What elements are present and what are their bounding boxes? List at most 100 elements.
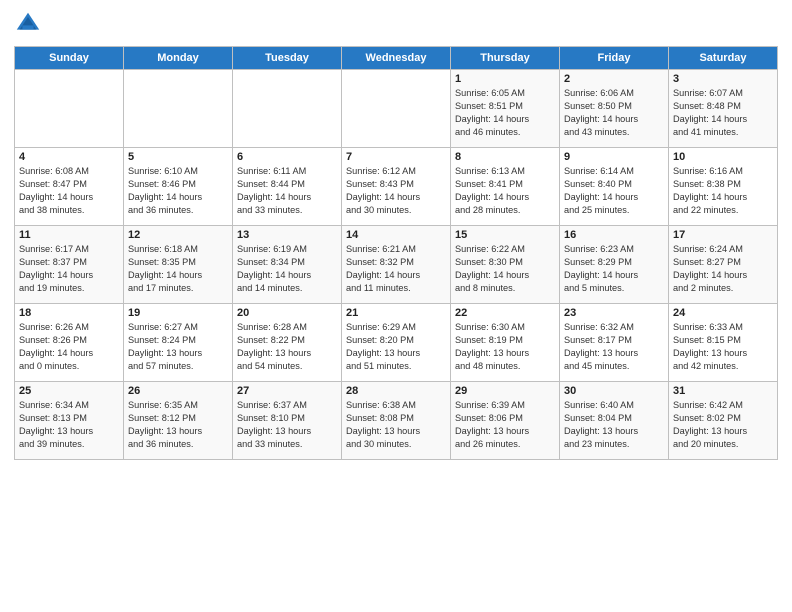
day-number: 7 [346,151,446,163]
day-info: Sunrise: 6:12 AMSunset: 8:43 PMDaylight:… [346,165,446,217]
calendar-cell: 28 Sunrise: 6:38 AMSunset: 8:08 PMDayligh… [342,382,451,460]
calendar-cell: 22 Sunrise: 6:30 AMSunset: 8:19 PMDayligh… [451,304,560,382]
day-info: Sunrise: 6:28 AMSunset: 8:22 PMDaylight:… [237,321,337,373]
day-number: 1 [455,73,555,85]
calendar-table: SundayMondayTuesdayWednesdayThursdayFrid… [14,46,778,460]
day-info: Sunrise: 6:26 AMSunset: 8:26 PMDaylight:… [19,321,119,373]
calendar-week-row: 18 Sunrise: 6:26 AMSunset: 8:26 PMDayligh… [15,304,778,382]
day-info: Sunrise: 6:22 AMSunset: 8:30 PMDaylight:… [455,243,555,295]
day-number: 23 [564,307,664,319]
calendar-cell: 27 Sunrise: 6:37 AMSunset: 8:10 PMDayligh… [233,382,342,460]
day-number: 6 [237,151,337,163]
day-info: Sunrise: 6:24 AMSunset: 8:27 PMDaylight:… [673,243,773,295]
weekday-header: Saturday [669,47,778,70]
logo [14,10,46,38]
calendar-cell [15,70,124,148]
calendar-cell: 18 Sunrise: 6:26 AMSunset: 8:26 PMDayligh… [15,304,124,382]
day-info: Sunrise: 6:33 AMSunset: 8:15 PMDaylight:… [673,321,773,373]
calendar-cell: 9 Sunrise: 6:14 AMSunset: 8:40 PMDaylight… [560,148,669,226]
day-info: Sunrise: 6:14 AMSunset: 8:40 PMDaylight:… [564,165,664,217]
page: SundayMondayTuesdayWednesdayThursdayFrid… [0,0,792,612]
day-number: 4 [19,151,119,163]
day-number: 31 [673,385,773,397]
calendar-cell: 7 Sunrise: 6:12 AMSunset: 8:43 PMDaylight… [342,148,451,226]
day-number: 2 [564,73,664,85]
day-info: Sunrise: 6:13 AMSunset: 8:41 PMDaylight:… [455,165,555,217]
calendar-cell: 5Sunrise: 6:10 AMSunset: 8:46 PMDaylight… [124,148,233,226]
day-info: Sunrise: 6:23 AMSunset: 8:29 PMDaylight:… [564,243,664,295]
day-number: 27 [237,385,337,397]
day-number: 22 [455,307,555,319]
calendar-cell: 24 Sunrise: 6:33 AMSunset: 8:15 PMDayligh… [669,304,778,382]
day-info: Sunrise: 6:06 AMSunset: 8:50 PMDaylight:… [564,87,664,139]
calendar-cell: 30Sunrise: 6:40 AMSunset: 8:04 PMDayligh… [560,382,669,460]
day-number: 18 [19,307,119,319]
calendar-cell: 16 Sunrise: 6:23 AMSunset: 8:29 PMDayligh… [560,226,669,304]
day-info: Sunrise: 6:11 AMSunset: 8:44 PMDaylight:… [237,165,337,217]
day-number: 9 [564,151,664,163]
weekday-header: Wednesday [342,47,451,70]
day-number: 15 [455,229,555,241]
calendar-week-row: 25 Sunrise: 6:34 AMSunset: 8:13 PMDayligh… [15,382,778,460]
logo-icon [14,10,42,38]
calendar-cell: 4Sunrise: 6:08 AMSunset: 8:47 PMDaylight… [15,148,124,226]
day-number: 28 [346,385,446,397]
calendar-cell: 26 Sunrise: 6:35 AMSunset: 8:12 PMDayligh… [124,382,233,460]
calendar-cell: 2 Sunrise: 6:06 AMSunset: 8:50 PMDaylight… [560,70,669,148]
day-number: 17 [673,229,773,241]
day-info: Sunrise: 6:35 AMSunset: 8:12 PMDaylight:… [128,399,228,451]
calendar-cell: 21 Sunrise: 6:29 AMSunset: 8:20 PMDayligh… [342,304,451,382]
day-info: Sunrise: 6:32 AMSunset: 8:17 PMDaylight:… [564,321,664,373]
day-number: 26 [128,385,228,397]
day-number: 12 [128,229,228,241]
calendar-cell: 12 Sunrise: 6:18 AMSunset: 8:35 PMDayligh… [124,226,233,304]
calendar-cell: 6 Sunrise: 6:11 AMSunset: 8:44 PMDaylight… [233,148,342,226]
day-number: 30 [564,385,664,397]
calendar-cell: 8 Sunrise: 6:13 AMSunset: 8:41 PMDaylight… [451,148,560,226]
calendar-cell: 1Sunrise: 6:05 AMSunset: 8:51 PMDaylight… [451,70,560,148]
day-number: 25 [19,385,119,397]
weekday-header: Thursday [451,47,560,70]
day-info: Sunrise: 6:16 AMSunset: 8:38 PMDaylight:… [673,165,773,217]
day-info: Sunrise: 6:10 AMSunset: 8:46 PMDaylight:… [128,165,228,217]
day-info: Sunrise: 6:18 AMSunset: 8:35 PMDaylight:… [128,243,228,295]
day-info: Sunrise: 6:39 AMSunset: 8:06 PMDaylight:… [455,399,555,451]
calendar-cell [233,70,342,148]
calendar-week-row: 1Sunrise: 6:05 AMSunset: 8:51 PMDaylight… [15,70,778,148]
calendar-cell: 19Sunrise: 6:27 AMSunset: 8:24 PMDayligh… [124,304,233,382]
calendar-cell: 13Sunrise: 6:19 AMSunset: 8:34 PMDayligh… [233,226,342,304]
calendar-cell: 3Sunrise: 6:07 AMSunset: 8:48 PMDaylight… [669,70,778,148]
calendar-cell: 20 Sunrise: 6:28 AMSunset: 8:22 PMDayligh… [233,304,342,382]
day-info: Sunrise: 6:17 AMSunset: 8:37 PMDaylight:… [19,243,119,295]
calendar-header-row: SundayMondayTuesdayWednesdayThursdayFrid… [15,47,778,70]
day-number: 24 [673,307,773,319]
calendar-cell: 31 Sunrise: 6:42 AMSunset: 8:02 PMDayligh… [669,382,778,460]
day-number: 11 [19,229,119,241]
day-info: Sunrise: 6:30 AMSunset: 8:19 PMDaylight:… [455,321,555,373]
calendar-cell: 10 Sunrise: 6:16 AMSunset: 8:38 PMDayligh… [669,148,778,226]
day-info: Sunrise: 6:27 AMSunset: 8:24 PMDaylight:… [128,321,228,373]
calendar-cell [124,70,233,148]
day-number: 29 [455,385,555,397]
calendar-cell: 11 Sunrise: 6:17 AMSunset: 8:37 PMDayligh… [15,226,124,304]
day-info: Sunrise: 6:42 AMSunset: 8:02 PMDaylight:… [673,399,773,451]
calendar-week-row: 4Sunrise: 6:08 AMSunset: 8:47 PMDaylight… [15,148,778,226]
day-number: 21 [346,307,446,319]
day-number: 8 [455,151,555,163]
weekday-header: Monday [124,47,233,70]
calendar-cell: 17 Sunrise: 6:24 AMSunset: 8:27 PMDayligh… [669,226,778,304]
day-info: Sunrise: 6:37 AMSunset: 8:10 PMDaylight:… [237,399,337,451]
calendar-cell: 25 Sunrise: 6:34 AMSunset: 8:13 PMDayligh… [15,382,124,460]
day-number: 14 [346,229,446,241]
day-info: Sunrise: 6:38 AMSunset: 8:08 PMDaylight:… [346,399,446,451]
day-info: Sunrise: 6:29 AMSunset: 8:20 PMDaylight:… [346,321,446,373]
header [14,10,778,38]
day-number: 3 [673,73,773,85]
day-number: 16 [564,229,664,241]
day-info: Sunrise: 6:34 AMSunset: 8:13 PMDaylight:… [19,399,119,451]
day-number: 20 [237,307,337,319]
weekday-header: Sunday [15,47,124,70]
day-info: Sunrise: 6:19 AMSunset: 8:34 PMDaylight:… [237,243,337,295]
day-number: 10 [673,151,773,163]
calendar-cell: 29 Sunrise: 6:39 AMSunset: 8:06 PMDayligh… [451,382,560,460]
